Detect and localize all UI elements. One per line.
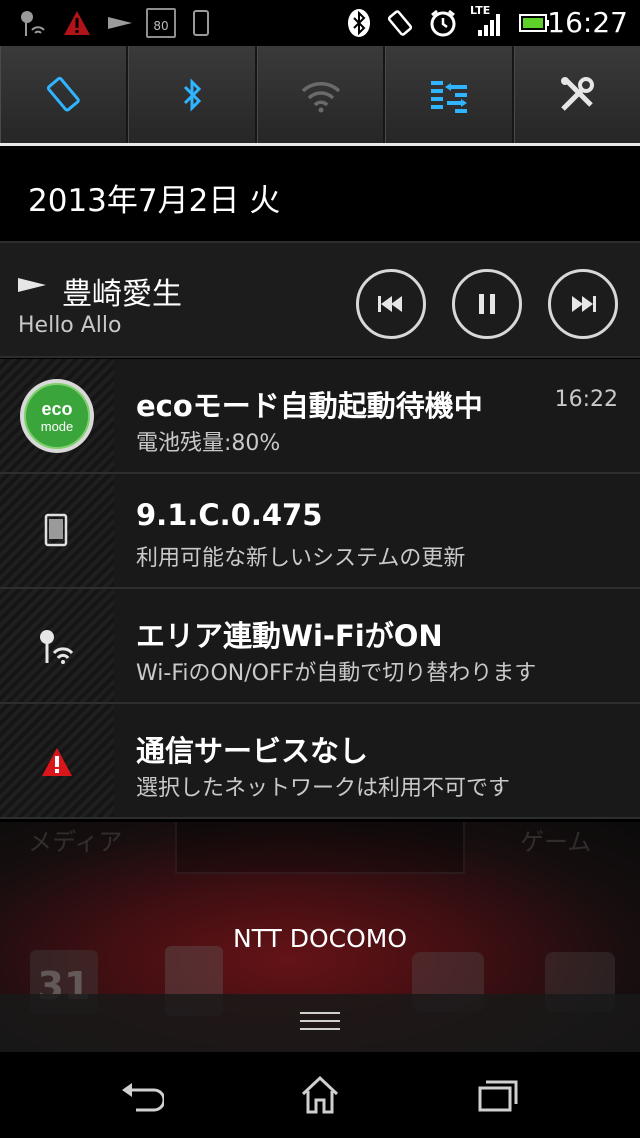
date-text: 2013年7月2日 火 bbox=[28, 183, 281, 219]
previous-icon bbox=[378, 296, 402, 312]
home-button[interactable] bbox=[297, 1072, 343, 1118]
wifi-icon bbox=[301, 81, 340, 112]
warning-icon bbox=[64, 11, 90, 35]
notification-title: エリア連動Wi-FiがON bbox=[136, 619, 443, 653]
music-artist: Hello Allo bbox=[18, 313, 122, 338]
bluetooth-icon bbox=[348, 9, 370, 37]
quick-toggle-data-sync[interactable] bbox=[385, 46, 514, 143]
device-icon bbox=[193, 10, 209, 36]
notification-text: 選択したネットワークは利用不可です bbox=[136, 776, 511, 801]
alarm-icon bbox=[430, 9, 456, 37]
notification-time: 16:22 bbox=[554, 387, 618, 412]
home-screen-peek: メディア ゲーム 31 NTT DOCOMO bbox=[0, 822, 640, 1052]
back-button[interactable] bbox=[118, 1072, 164, 1118]
next-track-button[interactable] bbox=[548, 269, 618, 339]
pause-icon bbox=[479, 294, 495, 314]
notification-icon-area: eco mode bbox=[0, 359, 114, 472]
navigation-bar bbox=[0, 1052, 640, 1138]
carrier-label: NTT DOCOMO bbox=[232, 924, 408, 953]
notification-drag-handle[interactable] bbox=[0, 994, 640, 1052]
location-wifi-icon bbox=[40, 630, 74, 664]
notification-system-update[interactable]: 9.1.C.0.475 利用可能な新しいシステムの更新 bbox=[0, 474, 640, 589]
quick-toggle-auto-rotate[interactable] bbox=[0, 46, 129, 143]
notification-no-service[interactable]: 通信サービスなし 選択したネットワークは利用不可です bbox=[0, 704, 640, 819]
device-update-icon bbox=[44, 513, 68, 547]
battery-icon bbox=[519, 14, 549, 32]
notification-icon-area bbox=[0, 704, 114, 817]
bluetooth-icon bbox=[184, 77, 202, 112]
notification-title: 通信サービスなし bbox=[136, 734, 369, 768]
pause-button[interactable] bbox=[452, 269, 522, 339]
status-time: 16:27 bbox=[547, 6, 628, 39]
warning-icon bbox=[42, 748, 72, 776]
status-bar: 80 LTE 16:27 bbox=[0, 0, 640, 46]
notification-icon-area bbox=[0, 474, 114, 587]
recent-apps-button[interactable] bbox=[476, 1072, 522, 1118]
location-wifi-icon bbox=[21, 11, 45, 36]
next-icon bbox=[572, 296, 596, 312]
battery-80-icon: 80 bbox=[146, 8, 176, 38]
date-header: 2013年7月2日 火 bbox=[0, 149, 640, 241]
rotation-icon bbox=[387, 10, 413, 36]
play-indicator-icon bbox=[18, 278, 46, 292]
play-icon bbox=[108, 17, 132, 29]
quick-settings-bar bbox=[0, 46, 640, 146]
eco-mode-icon: eco mode bbox=[20, 379, 94, 453]
quick-settings-button[interactable] bbox=[513, 46, 640, 143]
notification-eco-mode[interactable]: eco mode ecoモード自動起動待機中 電池残量:80% 16:22 bbox=[0, 359, 640, 474]
quick-toggle-bluetooth[interactable] bbox=[128, 46, 257, 143]
previous-track-button[interactable] bbox=[356, 269, 426, 339]
notification-text: Wi-FiのON/OFFが自動で切り替わります bbox=[136, 661, 537, 686]
sync-arrows-icon bbox=[430, 80, 467, 113]
notification-title: 9.1.C.0.475 bbox=[136, 498, 323, 532]
music-player-notification[interactable]: 豊崎愛生 Hello Allo bbox=[0, 241, 640, 358]
rotation-icon bbox=[46, 76, 80, 112]
notification-text: 利用可能な新しいシステムの更新 bbox=[136, 546, 466, 571]
quick-toggle-wifi[interactable] bbox=[256, 46, 386, 143]
signal-icon bbox=[478, 14, 500, 36]
svg-text:eco: eco bbox=[41, 399, 72, 419]
notification-text: 電池残量:80% bbox=[136, 431, 281, 456]
handle-lines-icon bbox=[300, 1012, 340, 1036]
music-title: 豊崎愛生 bbox=[62, 277, 182, 312]
notification-title: ecoモード自動起動待機中 bbox=[136, 389, 483, 423]
svg-text:mode: mode bbox=[41, 419, 74, 434]
tools-icon bbox=[561, 76, 595, 111]
notification-area-wifi[interactable]: エリア連動Wi-FiがON Wi-FiのON/OFFが自動で切り替わります bbox=[0, 589, 640, 704]
notification-icon-area bbox=[0, 589, 114, 702]
